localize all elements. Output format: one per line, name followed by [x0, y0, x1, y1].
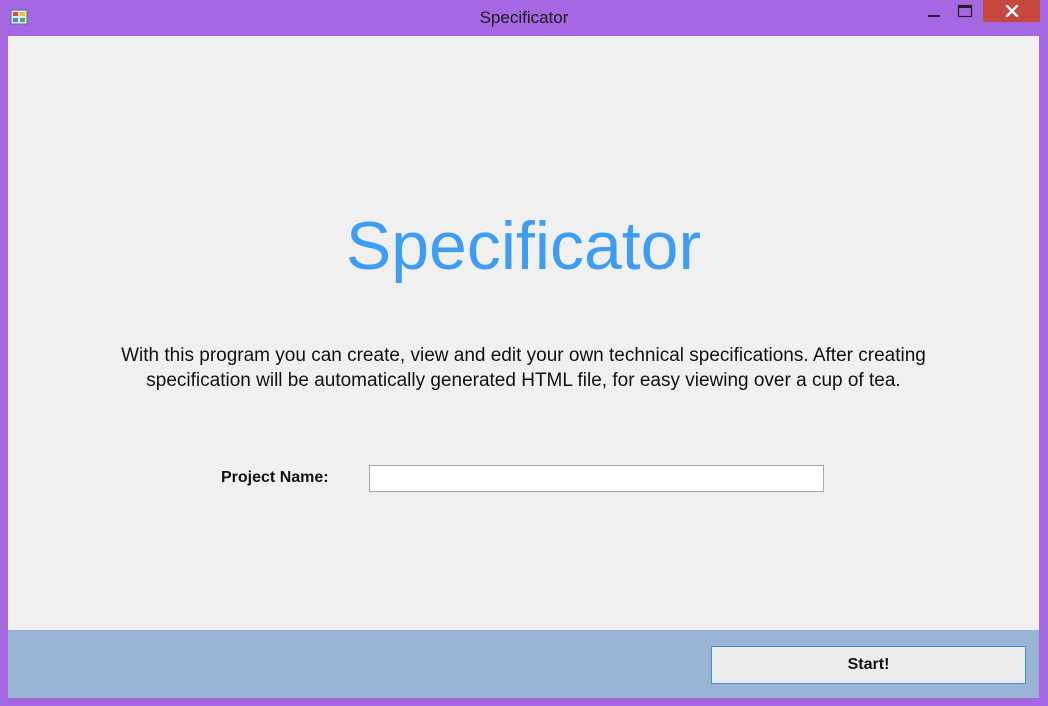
start-button[interactable]: Start!: [711, 646, 1026, 684]
window-title: Specificator: [479, 8, 569, 27]
app-description: With this program you can create, view a…: [121, 345, 926, 391]
close-icon: [1005, 4, 1018, 18]
close-button[interactable]: [983, 0, 1040, 22]
maximize-icon: [957, 4, 973, 18]
project-name-input[interactable]: [369, 465, 824, 492]
main-panel: Specificator With this program you can c…: [8, 36, 1039, 630]
maximize-button[interactable]: [951, 0, 979, 22]
minimize-icon: [928, 15, 940, 17]
footer-bar: Start!: [8, 630, 1039, 698]
title-bar[interactable]: Specificator: [0, 0, 1048, 36]
app-heading: Specificator: [345, 208, 702, 284]
minimize-button[interactable]: [920, 0, 948, 22]
app-window: Specificator Specificator With this prog…: [0, 0, 1048, 706]
project-name-label: Project Name:: [221, 469, 329, 486]
